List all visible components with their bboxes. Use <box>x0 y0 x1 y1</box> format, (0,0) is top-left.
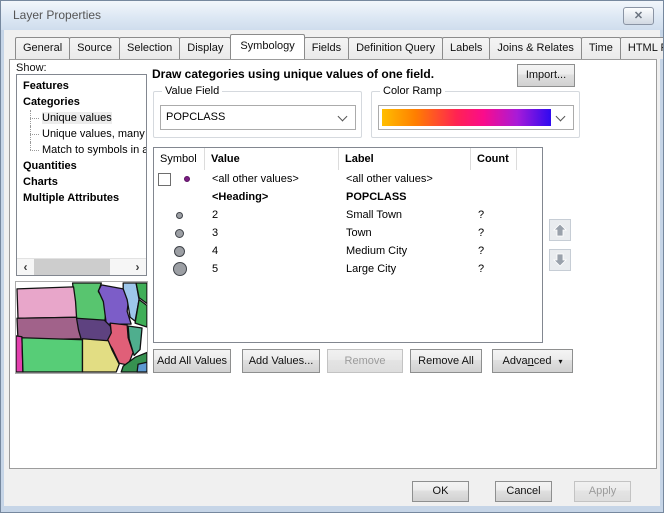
table-row[interactable]: 4 Medium City ? <box>154 242 542 260</box>
advanced-button[interactable]: Advanced▾ <box>492 349 573 373</box>
table-row[interactable]: <Heading> POPCLASS <box>154 188 542 206</box>
tree-item-match-symbols[interactable]: Match to symbols in a <box>17 142 146 158</box>
all-other-values-checkbox[interactable] <box>158 173 171 186</box>
remove-button: Remove <box>327 349 403 373</box>
row-label[interactable]: Medium City <box>339 245 471 257</box>
tab-source[interactable]: Source <box>69 37 120 59</box>
tab-html-popup[interactable]: HTML Popup <box>620 37 664 59</box>
row-value: 5 <box>205 263 339 275</box>
graduated-point-symbol[interactable] <box>174 246 185 257</box>
value-field-group: Value Field POPCLASS <box>153 91 362 138</box>
tab-display[interactable]: Display <box>179 37 231 59</box>
show-tree-listbox: Features Categories Unique values Unique… <box>16 74 147 276</box>
value-field-selected-value: POPCLASS <box>161 106 355 129</box>
table-row[interactable]: <all other values> <all other values> <box>154 170 542 188</box>
method-description: Draw categories using unique values of o… <box>152 67 434 81</box>
import-button[interactable]: Import... <box>517 64 575 87</box>
arrow-down-icon <box>553 253 567 267</box>
tab-time[interactable]: Time <box>581 37 621 59</box>
layer-properties-dialog: Layer Properties ✕ General Source Select… <box>0 0 664 513</box>
graduated-point-symbol[interactable] <box>176 212 183 219</box>
move-down-button[interactable] <box>549 249 571 271</box>
remove-all-button[interactable]: Remove All <box>410 349 482 373</box>
dropdown-caret-icon: ▾ <box>558 357 562 366</box>
add-all-values-button[interactable]: Add All Values <box>153 349 231 373</box>
close-icon[interactable]: ✕ <box>623 7 654 25</box>
tree-horizontal-scrollbar[interactable]: ‹ › <box>17 258 146 275</box>
table-row[interactable]: 5 Large City ? <box>154 260 542 278</box>
tab-general[interactable]: General <box>15 37 70 59</box>
header-count[interactable]: Count <box>471 148 517 170</box>
row-label[interactable]: Large City <box>339 263 471 275</box>
row-label[interactable]: Small Town <box>339 209 471 221</box>
row-count: ? <box>471 209 517 221</box>
table-header-row: Symbol Value Label Count <box>154 148 542 170</box>
value-field-group-label: Value Field <box>162 85 222 97</box>
header-label[interactable]: Label <box>339 148 471 170</box>
row-count: ? <box>471 227 517 239</box>
chevron-down-icon <box>556 112 566 122</box>
graduated-point-symbol[interactable] <box>175 229 184 238</box>
color-ramp-group-label: Color Ramp <box>380 85 445 97</box>
dialog-body: General Source Selection Display Symbolo… <box>4 30 660 506</box>
tab-selection[interactable]: Selection <box>119 37 180 59</box>
map-preview <box>15 281 148 374</box>
tree-item-charts[interactable]: Charts <box>17 174 146 190</box>
header-symbol[interactable]: Symbol <box>154 148 205 170</box>
row-value: 3 <box>205 227 339 239</box>
add-values-button[interactable]: Add Values... <box>242 349 320 373</box>
color-ramp-group: Color Ramp <box>371 91 580 138</box>
color-ramp-gradient-swatch <box>382 109 551 126</box>
apply-button: Apply <box>574 481 631 502</box>
title-bar[interactable]: Layer Properties ✕ <box>1 1 663 30</box>
tree-item-unique-values-many[interactable]: Unique values, many <box>17 126 146 142</box>
table-row[interactable]: 3 Town ? <box>154 224 542 242</box>
tree-item-quantities[interactable]: Quantities <box>17 158 146 174</box>
tab-definition-query[interactable]: Definition Query <box>348 37 443 59</box>
tab-joins-relates[interactable]: Joins & Relates <box>489 37 581 59</box>
row-label[interactable]: Town <box>339 227 471 239</box>
row-value: <all other values> <box>205 173 339 185</box>
graduated-point-symbol[interactable] <box>173 262 187 276</box>
tab-strip: General Source Selection Display Symbolo… <box>15 37 664 59</box>
move-up-button[interactable] <box>549 219 571 241</box>
show-label: Show: <box>16 62 47 74</box>
table-row[interactable]: 2 Small Town ? <box>154 206 542 224</box>
color-ramp-dropdown[interactable] <box>378 105 574 130</box>
row-label[interactable]: <all other values> <box>339 173 471 185</box>
dialog-title: Layer Properties <box>13 1 101 30</box>
map-preview-svg <box>16 282 147 373</box>
tab-labels[interactable]: Labels <box>442 37 490 59</box>
scrollbar-thumb[interactable] <box>34 259 110 276</box>
purple-point-symbol[interactable] <box>184 176 190 182</box>
cancel-button[interactable]: Cancel <box>495 481 552 502</box>
row-count: ? <box>471 263 517 275</box>
row-value: <Heading> <box>205 191 339 203</box>
row-value: 2 <box>205 209 339 221</box>
tree-item-multiple-attributes[interactable]: Multiple Attributes <box>17 190 146 206</box>
arrow-up-icon <box>553 223 567 237</box>
scroll-left-icon[interactable]: ‹ <box>17 259 34 276</box>
show-tree: Features Categories Unique values Unique… <box>17 75 146 206</box>
tab-fields[interactable]: Fields <box>304 37 349 59</box>
tab-symbology[interactable]: Symbology <box>230 34 304 59</box>
header-value[interactable]: Value <box>205 148 339 170</box>
tree-item-unique-values[interactable]: Unique values <box>17 110 146 126</box>
ok-button[interactable]: OK <box>412 481 469 502</box>
tree-item-categories[interactable]: Categories <box>17 94 146 110</box>
row-value: 4 <box>205 245 339 257</box>
symbol-value-table: Symbol Value Label Count <all other valu… <box>153 147 543 343</box>
row-count: ? <box>471 245 517 257</box>
tree-item-features[interactable]: Features <box>17 78 146 94</box>
value-field-dropdown[interactable]: POPCLASS <box>160 105 356 130</box>
symbology-tab-page: Show: Features Categories Unique values … <box>9 59 657 469</box>
row-label[interactable]: POPCLASS <box>339 191 471 203</box>
scroll-right-icon[interactable]: › <box>129 259 146 276</box>
